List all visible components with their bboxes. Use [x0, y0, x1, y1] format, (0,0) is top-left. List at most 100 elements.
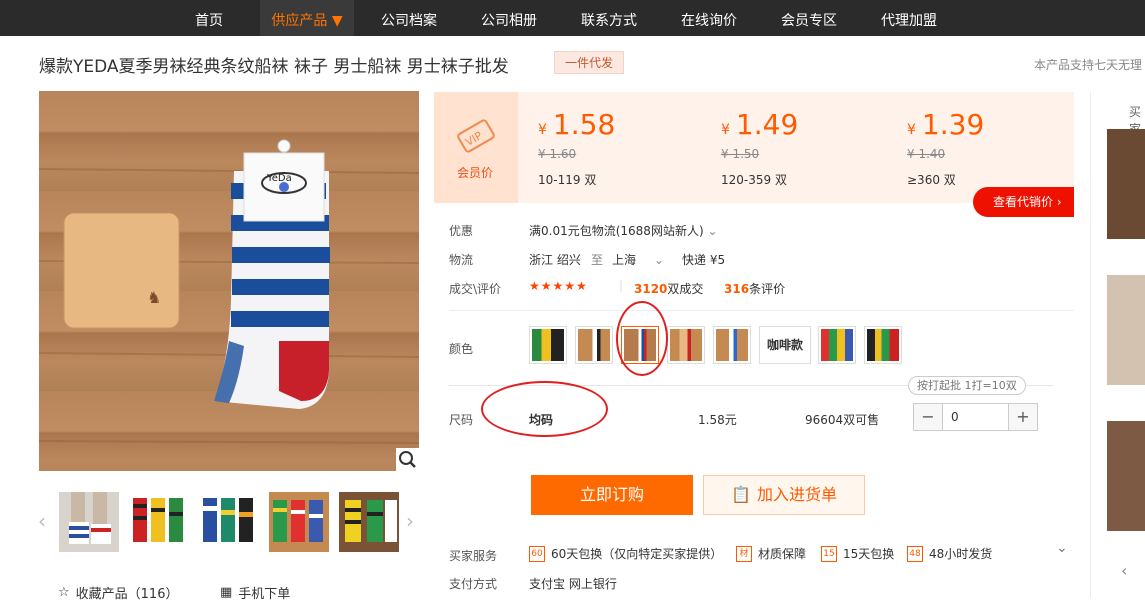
color-swatch-7[interactable]: [818, 326, 856, 364]
mobile-order[interactable]: ▦ 手机下单: [220, 583, 290, 602]
view-agent-price-button[interactable]: 查看代销价 ›: [973, 187, 1074, 217]
currency-symbol: ¥: [721, 122, 730, 138]
color-label: 颜色: [449, 342, 474, 356]
annotation-circle-size: [481, 381, 608, 437]
trade-label: 成交\评价: [449, 282, 502, 296]
recommend-prev-icon[interactable]: ‹: [1121, 561, 1127, 580]
tier-range: 10-119 双: [538, 173, 597, 187]
nav-member-zone[interactable]: 会员专区: [770, 0, 848, 36]
thumbnail-3[interactable]: [199, 492, 259, 552]
service-text: 60天包换（仅向特定买家提供）: [551, 547, 723, 561]
size-stock: 96604双可售: [805, 413, 880, 427]
recommend-thumb-1[interactable]: [1107, 129, 1145, 239]
color-swatch-coffee[interactable]: 咖啡款: [759, 326, 811, 364]
deals-count-link[interactable]: 3120双成交: [634, 280, 703, 297]
promo-dropdown[interactable]: 满0.01元包物流(1688网站新人) ⌄: [529, 222, 718, 239]
annotation-circle-swatch: [616, 301, 668, 376]
recommend-thumb-3[interactable]: [1107, 421, 1145, 531]
sock-illustration: ♞ YeDa: [39, 139, 419, 444]
service-item[interactable]: 48 48小时发货: [907, 545, 992, 562]
reviews-suffix: 条评价: [749, 282, 786, 296]
nav-agent-join[interactable]: 代理加盟: [870, 0, 948, 36]
ship-to-word: 至: [591, 253, 604, 267]
color-swatch-1[interactable]: [529, 326, 567, 364]
service-badge-icon: 60: [529, 545, 545, 562]
promo-value: 满0.01元包物流(1688网站新人): [529, 224, 704, 238]
thumbnail-5[interactable]: [339, 492, 399, 552]
promo-label: 优惠: [449, 224, 474, 238]
vip-badge: VIP 会员价: [434, 92, 518, 203]
nav-home[interactable]: 首页: [178, 0, 240, 36]
payment-value: 支付宝 网上银行: [529, 577, 617, 591]
currency-symbol: ¥: [907, 122, 916, 138]
card-brand-text: YeDa: [266, 173, 292, 184]
clipboard-icon: 📋: [731, 485, 751, 504]
service-text: 材质保障: [758, 547, 807, 561]
color-swatch-8[interactable]: [864, 326, 902, 364]
zoom-icon[interactable]: [396, 448, 419, 471]
add-to-cart-label: 加入进货单: [756, 485, 837, 504]
tier-price: 1.49: [735, 108, 799, 141]
favorite-product[interactable]: ☆ 收藏产品（116）: [58, 583, 178, 602]
service-badge-icon: 15: [821, 545, 837, 562]
price-tier-2: ¥1.49 ¥ 1.50 120-359 双: [721, 108, 798, 188]
nav-company-album[interactable]: 公司相册: [470, 0, 548, 36]
size-price: 1.58元: [698, 413, 737, 427]
divider: |: [619, 278, 624, 292]
thumbnail-prev-icon[interactable]: ‹: [38, 509, 46, 533]
divider-line: [449, 310, 1074, 311]
thumbnail-next-icon[interactable]: ›: [406, 509, 414, 533]
nav-products[interactable]: 供应产品 ▼: [260, 0, 354, 36]
color-swatch-2[interactable]: [575, 326, 613, 364]
add-to-cart-button[interactable]: 📋 加入进货单: [703, 475, 865, 515]
chevron-down-icon: ⌄: [707, 224, 718, 238]
rating-stars: ★★★★★: [529, 279, 588, 293]
service-text: 15天包换: [843, 547, 895, 561]
chevron-down-icon: ⌄: [653, 253, 664, 267]
express-fee: 快递 ¥5: [682, 253, 726, 267]
deals-suffix: 双成交: [667, 282, 704, 296]
tier-price: 1.39: [921, 108, 985, 141]
buy-now-button[interactable]: 立即订购: [531, 475, 693, 515]
tier-range: ≥360 双: [907, 173, 956, 187]
thumbnail-2[interactable]: [129, 492, 189, 552]
ship-to-value: 上海: [612, 253, 637, 267]
nav-contact[interactable]: 联系方式: [570, 0, 648, 36]
color-swatch-4[interactable]: [667, 326, 705, 364]
vip-label: 会员价: [457, 166, 494, 180]
service-item[interactable]: 材材质保障: [736, 545, 806, 562]
tier-old-price: ¥ 1.40: [907, 147, 946, 161]
reviews-count: 316: [724, 282, 750, 296]
support-note: 本产品支持七天无理: [1034, 58, 1143, 72]
service-item[interactable]: 15 15天包换: [821, 545, 894, 562]
nav-company-profile[interactable]: 公司档案: [370, 0, 448, 36]
tier-range: 120-359 双: [721, 173, 787, 187]
deals-count: 3120: [634, 282, 668, 296]
recommend-thumb-2[interactable]: [1107, 275, 1145, 385]
thumbnail-1[interactable]: [59, 492, 119, 552]
size-label: 尺码: [449, 413, 474, 427]
currency-symbol: ¥: [538, 122, 547, 138]
tier-price: 1.58: [552, 108, 616, 141]
chevron-down-icon[interactable]: ⌄: [1056, 540, 1068, 556]
ship-to-select[interactable]: 上海 ⌄: [612, 251, 664, 268]
tier-old-price: ¥ 1.50: [721, 147, 760, 161]
dropship-tag: 一件代发: [554, 51, 625, 74]
thumbnail-4[interactable]: [269, 492, 329, 552]
service-text: 48小时发货: [929, 547, 993, 561]
top-navigation: 首页 供应产品 ▼ 公司档案 公司相册 联系方式 在线询价 会员专区 代理加盟: [0, 0, 1145, 36]
color-swatch-5[interactable]: [713, 326, 751, 364]
product-title: 爆款YEDA夏季男袜经典条纹船袜 袜子 男士船袜 男士袜子批发: [39, 57, 509, 77]
price-panel: VIP 会员价 ¥1.58 ¥ 1.60 10-119 双 ¥1.49 ¥ 1.…: [434, 92, 1074, 203]
quantity-minus-button[interactable]: −: [914, 404, 942, 430]
service-item[interactable]: 60 60天包换（仅向特定买家提供）: [529, 545, 722, 562]
quantity-input[interactable]: 0: [942, 404, 1009, 430]
svg-text:♞: ♞: [147, 288, 161, 307]
payment-label: 支付方式: [449, 577, 498, 591]
price-tier-1: ¥1.58 ¥ 1.60 10-119 双: [538, 108, 615, 188]
favorite-label: 收藏产品（116）: [75, 587, 179, 602]
quantity-plus-button[interactable]: +: [1009, 404, 1037, 430]
nav-inquiry[interactable]: 在线询价: [670, 0, 748, 36]
reviews-count-link[interactable]: 316条评价: [724, 280, 785, 297]
main-product-image[interactable]: ♞ YeDa: [39, 91, 419, 471]
